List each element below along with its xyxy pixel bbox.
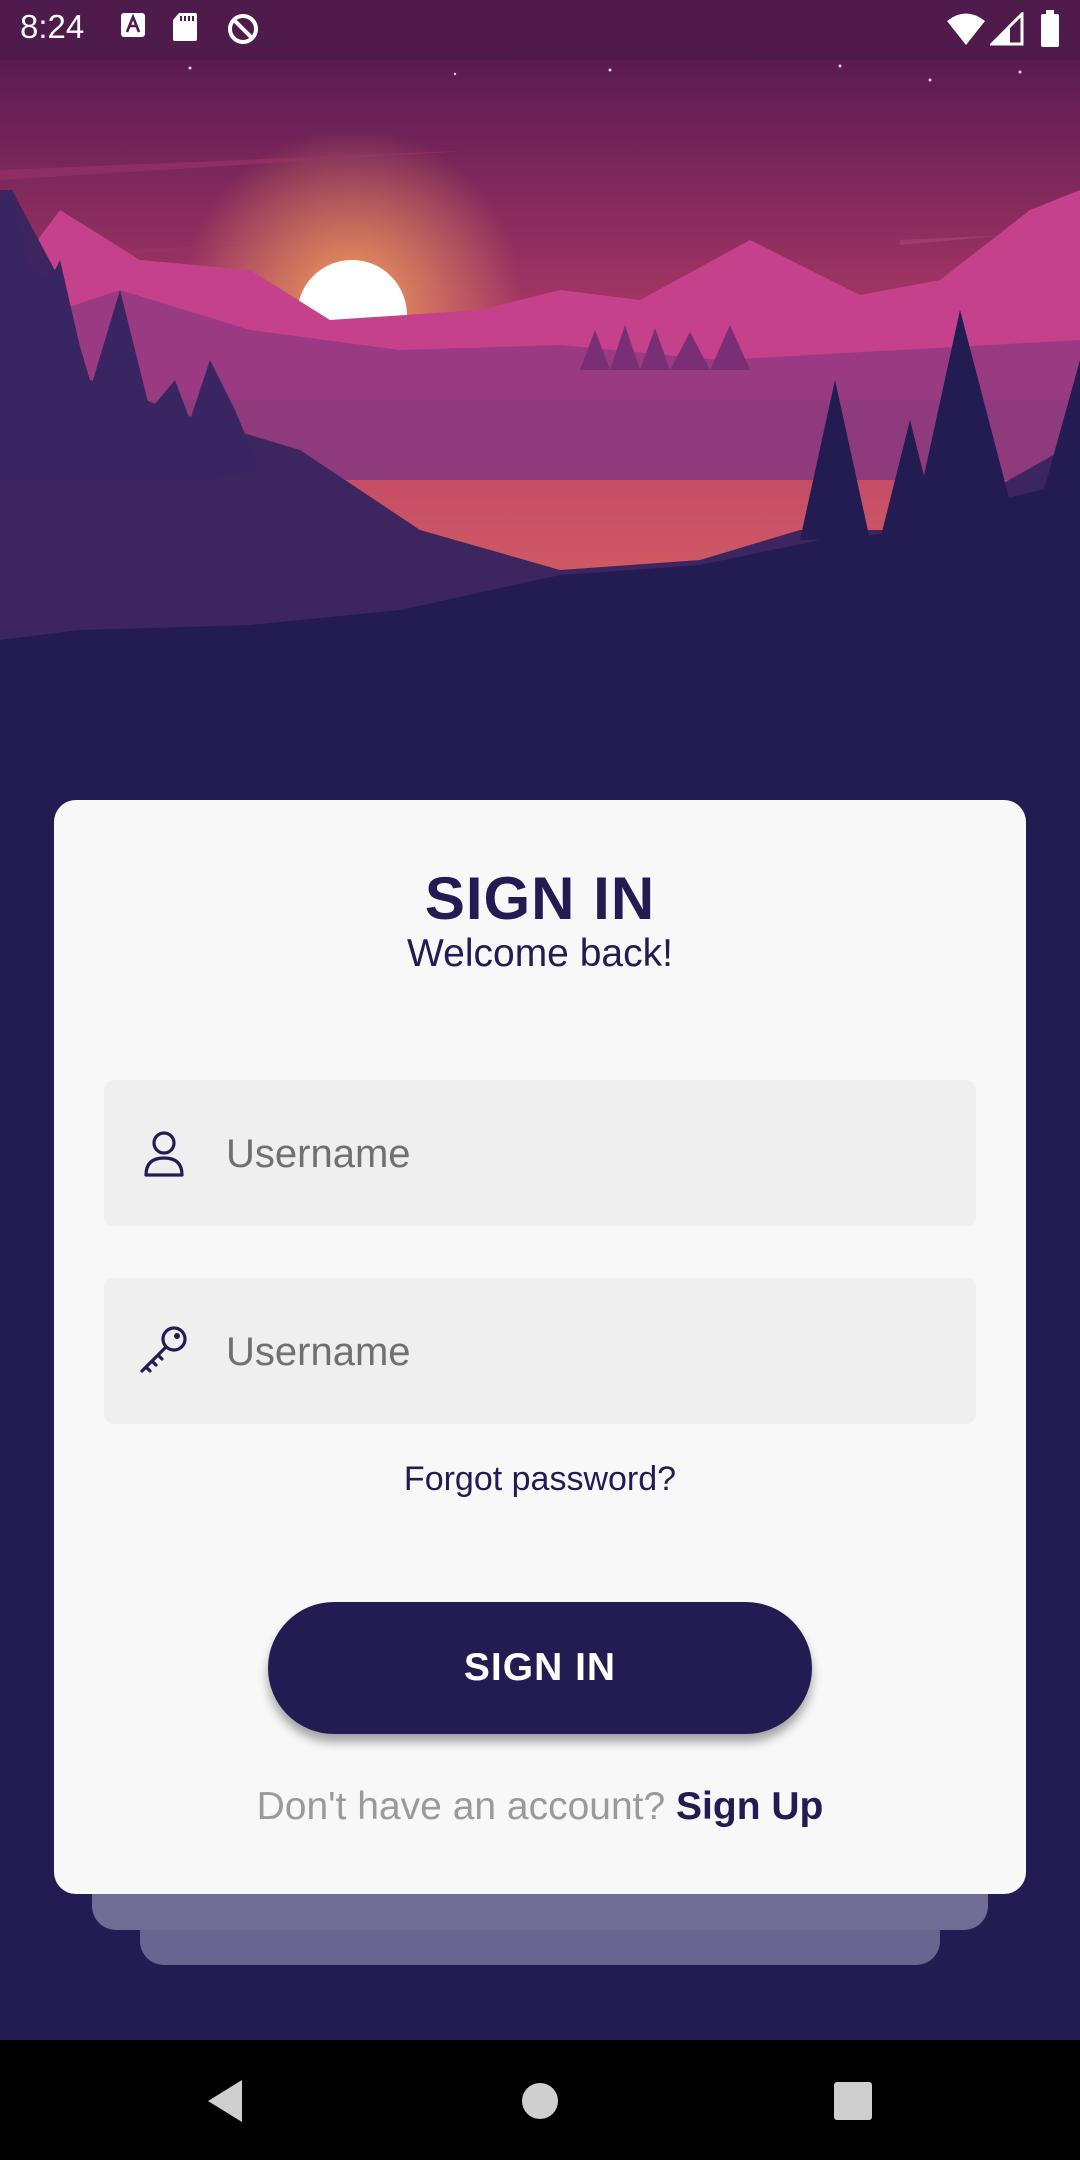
signal-icon xyxy=(990,12,1024,46)
status-bar: 8:24 xyxy=(0,0,1080,60)
page-title: SIGN IN xyxy=(424,865,656,932)
password-field[interactable] xyxy=(104,1278,976,1426)
signup-prompt: Don't have an account? xyxy=(256,1785,666,1828)
back-icon[interactable] xyxy=(204,2078,246,2124)
page-subtitle: Welcome back! xyxy=(407,932,673,975)
password-input[interactable] xyxy=(224,1278,948,1426)
sd-card-icon xyxy=(173,13,197,41)
sign-in-button[interactable]: SIGN IN xyxy=(268,1602,812,1734)
sunset-mountain-illustration xyxy=(0,60,1080,760)
recents-icon[interactable] xyxy=(834,2078,872,2124)
wifi-icon xyxy=(947,13,985,45)
a-badge-icon xyxy=(121,13,145,37)
sign-up-link[interactable]: Sign Up xyxy=(676,1785,823,1828)
battery-icon xyxy=(1041,10,1059,47)
data-saver-icon xyxy=(228,14,258,44)
navigation-bar xyxy=(0,2040,1080,2160)
home-icon[interactable] xyxy=(521,2078,559,2124)
key-icon xyxy=(140,1326,187,1373)
username-field[interactable] xyxy=(104,1080,976,1228)
username-input[interactable] xyxy=(224,1080,948,1228)
status-time: 8:24 xyxy=(20,8,85,45)
login-card: SIGN IN Welcome back! Forgot password? S… xyxy=(54,800,1026,1894)
signup-row: Don't have an account? Sign Up xyxy=(54,1785,1026,1829)
forgot-password-link[interactable]: Forgot password? xyxy=(54,1460,1026,1499)
user-icon xyxy=(144,1131,184,1177)
